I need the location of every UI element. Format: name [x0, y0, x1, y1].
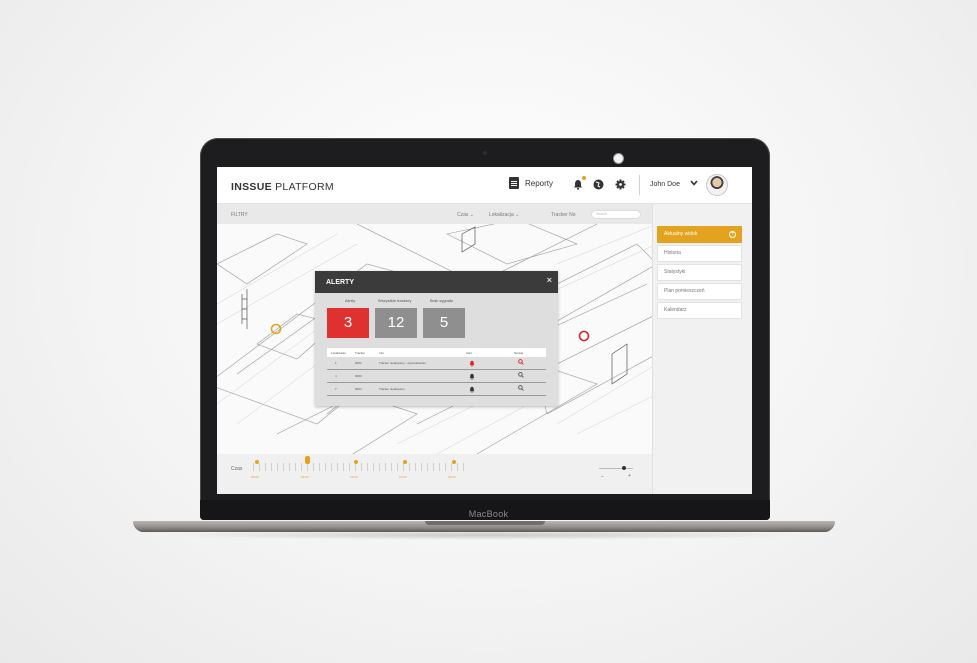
laptop-notch	[425, 521, 545, 525]
user-name[interactable]: John Doe	[650, 181, 680, 188]
timeline-marker[interactable]	[255, 460, 259, 464]
timeline-bar: Czas 06:00 09:00 12:00 15:00 18:00 − +	[217, 454, 652, 494]
reports-button[interactable]: Reporty	[509, 177, 553, 189]
filter-time[interactable]: Czas ⌄	[457, 212, 474, 218]
timeline-time: 18:00	[448, 475, 456, 479]
stat-label: Alerty	[345, 298, 356, 303]
timeline-time: 06:00	[251, 475, 259, 479]
add-circle-icon[interactable]: +	[729, 231, 736, 238]
cursor-icon	[613, 153, 624, 164]
cell-tracker: 0001	[355, 361, 362, 365]
cell-info: Tracker nieaktywny - wyszukiwanie	[379, 361, 426, 365]
filter-bar: FILTRY Czas ⌄ Lokalizacja ⌄ Tracker No S…	[217, 204, 652, 224]
column-header: Lokalizacja	[331, 351, 346, 355]
alert-bell-icon	[469, 360, 475, 369]
modal-header: ALERTY ×	[315, 271, 558, 293]
cell-tracker: 0004	[355, 387, 362, 391]
close-icon[interactable]: ×	[547, 275, 552, 285]
filters-title: FILTRY	[231, 212, 248, 218]
laptop-brand: MacBook	[468, 509, 509, 519]
timeline-time: 15:00	[399, 475, 407, 479]
column-header: Info	[379, 351, 385, 355]
timeline-marker[interactable]	[354, 460, 358, 464]
table-row[interactable]: 1 0001 Tracker nieaktywny - wyszukiwanie	[327, 357, 546, 370]
table-header: Lokalizacja Tracker Info Alert Szukaj	[327, 348, 546, 357]
cell-info: Tracker nieaktywny	[379, 387, 405, 391]
menu-statistics[interactable]: Statystyki	[657, 264, 742, 281]
timeline-marker[interactable]	[403, 460, 407, 464]
globe-icon[interactable]	[592, 178, 604, 190]
timeline-label: Czas	[231, 466, 243, 472]
cell-location: 7	[335, 387, 337, 391]
avatar[interactable]	[706, 174, 728, 196]
table-row[interactable]: 7 0004 Tracker nieaktywny	[327, 383, 546, 396]
search-icon[interactable]	[518, 372, 524, 380]
table-row[interactable]: 4 0003	[327, 370, 546, 383]
document-icon	[509, 177, 519, 189]
tracker-marker-red[interactable]	[578, 330, 590, 342]
alert-bell-icon	[469, 386, 475, 395]
menu-history[interactable]: Historia	[657, 245, 742, 262]
zoom-slider[interactable]	[599, 468, 633, 469]
stat-label: Brak sygnału	[430, 298, 454, 303]
camera-icon	[483, 151, 487, 155]
app-logo[interactable]: INSSUE PLATFORM	[231, 181, 334, 193]
reports-label: Reporty	[525, 178, 554, 188]
timeline-handle[interactable]	[305, 456, 310, 464]
search-icon[interactable]	[518, 359, 524, 367]
timeline-time: 12:00	[350, 475, 358, 479]
column-header: Szukaj	[514, 351, 524, 355]
alerts-table: Lokalizacja Tracker Info Alert Szukaj 1 …	[327, 348, 546, 396]
alerts-modal: ALERTY × Alerty Wszystkie trackery Brak …	[315, 271, 558, 406]
app-screen: INSSUE PLATFORM Reporty John Doe FILTRY …	[217, 167, 752, 494]
search-icon[interactable]	[518, 385, 524, 393]
timeline-ticks[interactable]	[253, 463, 465, 471]
gear-icon[interactable]	[614, 178, 626, 190]
stat-label: Wszystkie trackery	[378, 298, 412, 303]
cell-location: 4	[335, 374, 337, 378]
timeline-time: 09:00	[301, 475, 309, 479]
stat-all-trackers[interactable]: 12	[375, 308, 417, 338]
alert-bell-icon	[469, 373, 475, 382]
menu-room-plan[interactable]: Plan pomieszczeń	[657, 283, 742, 300]
bell-icon[interactable]	[572, 176, 586, 190]
cell-tracker: 0003	[355, 374, 362, 378]
header-divider	[639, 175, 640, 195]
tracker-search-input[interactable]: Search	[591, 210, 641, 219]
filter-location[interactable]: Lokalizacja ⌄	[489, 212, 519, 218]
zoom-out-button[interactable]: −	[601, 474, 604, 480]
side-menu: Aktualny widok + Historia Statystyki Pla…	[652, 204, 752, 494]
notification-badge	[582, 176, 586, 180]
zoom-in-button[interactable]: +	[628, 473, 631, 479]
cell-location: 1	[335, 361, 337, 365]
stat-alerts[interactable]: 3	[327, 308, 369, 338]
tracker-label: Tracker No	[551, 212, 576, 218]
chevron-down-icon[interactable]	[690, 179, 698, 188]
top-bar: INSSUE PLATFORM Reporty John Doe	[217, 167, 752, 204]
menu-calendar[interactable]: Kalendarz	[657, 302, 742, 319]
menu-current-view[interactable]: Aktualny widok +	[657, 226, 742, 243]
column-header: Alert	[466, 351, 473, 355]
zoom-slider-knob[interactable]	[622, 466, 626, 470]
timeline-marker[interactable]	[452, 460, 456, 464]
column-header: Tracker	[355, 351, 366, 355]
stat-no-signal[interactable]: 5	[423, 308, 465, 338]
modal-title: ALERTY	[326, 279, 354, 286]
